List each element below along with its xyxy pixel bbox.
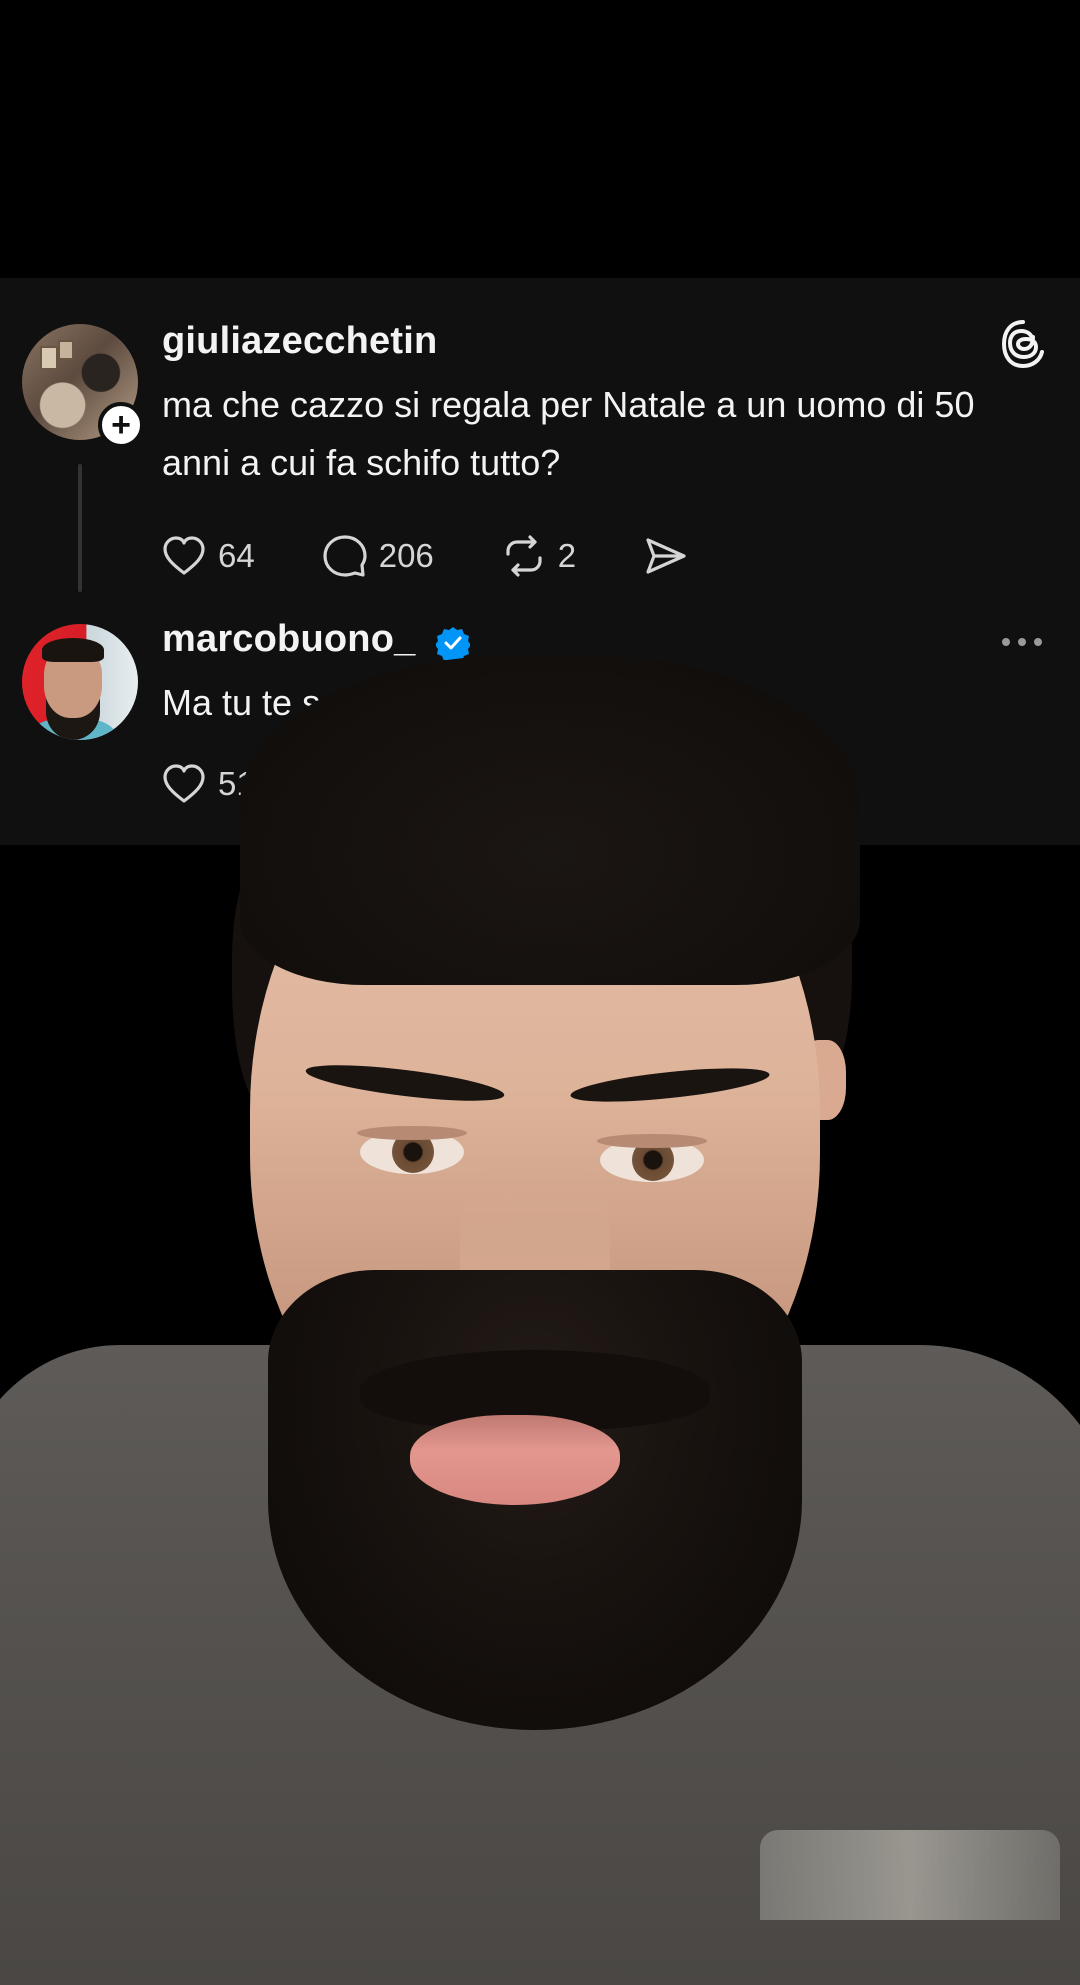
left-eye <box>392 1131 434 1173</box>
shirt-print <box>760 1830 1060 1920</box>
share-button[interactable] <box>642 532 690 580</box>
right-eye <box>632 1139 674 1181</box>
comment-button[interactable]: 206 <box>321 532 434 580</box>
heart-icon <box>163 536 205 575</box>
like-count: 64 <box>218 537 255 574</box>
verified-badge-icon <box>436 627 470 660</box>
threads-post-card: + giuliazecchetin ma che cazzo si regala… <box>0 278 1080 845</box>
face <box>250 760 820 1490</box>
reply-like-button[interactable]: 51 <box>160 760 255 808</box>
threads-logo-icon[interactable] <box>1000 318 1046 370</box>
repost-icon <box>506 535 542 577</box>
post-text: ma che cazzo si regala per Natale a un u… <box>162 384 975 483</box>
mustache <box>360 1350 710 1430</box>
reply-like-count: 51 <box>218 765 255 802</box>
plus-icon[interactable]: + <box>98 402 144 448</box>
comment-icon <box>323 535 367 577</box>
more-icon[interactable] <box>1002 638 1042 646</box>
thread-connector-line <box>78 464 82 592</box>
post-username[interactable]: giuliazecchetin <box>162 320 437 363</box>
repost-count: 2 <box>557 537 577 574</box>
reply-text: Ma tu te sei <box>162 682 349 723</box>
like-button[interactable]: 64 <box>160 532 255 580</box>
lips <box>410 1415 620 1505</box>
left-eyebrow <box>304 1057 506 1109</box>
nose <box>460 1150 610 1380</box>
right-eyebrow <box>569 1061 771 1109</box>
reply-avatar[interactable] <box>22 624 138 740</box>
neck <box>330 1240 750 1460</box>
send-icon <box>646 538 686 574</box>
repost-button[interactable]: 2 <box>500 532 576 580</box>
reply-username[interactable]: marcobuono_ <box>162 618 415 661</box>
post-actions: 64 206 2 <box>160 532 756 580</box>
heart-icon <box>163 764 205 803</box>
reply-actions: 51 <box>160 760 321 808</box>
beard <box>268 1270 802 1730</box>
comment-count: 206 <box>378 537 434 574</box>
shirt <box>0 1345 1080 1985</box>
ear <box>800 1040 846 1120</box>
